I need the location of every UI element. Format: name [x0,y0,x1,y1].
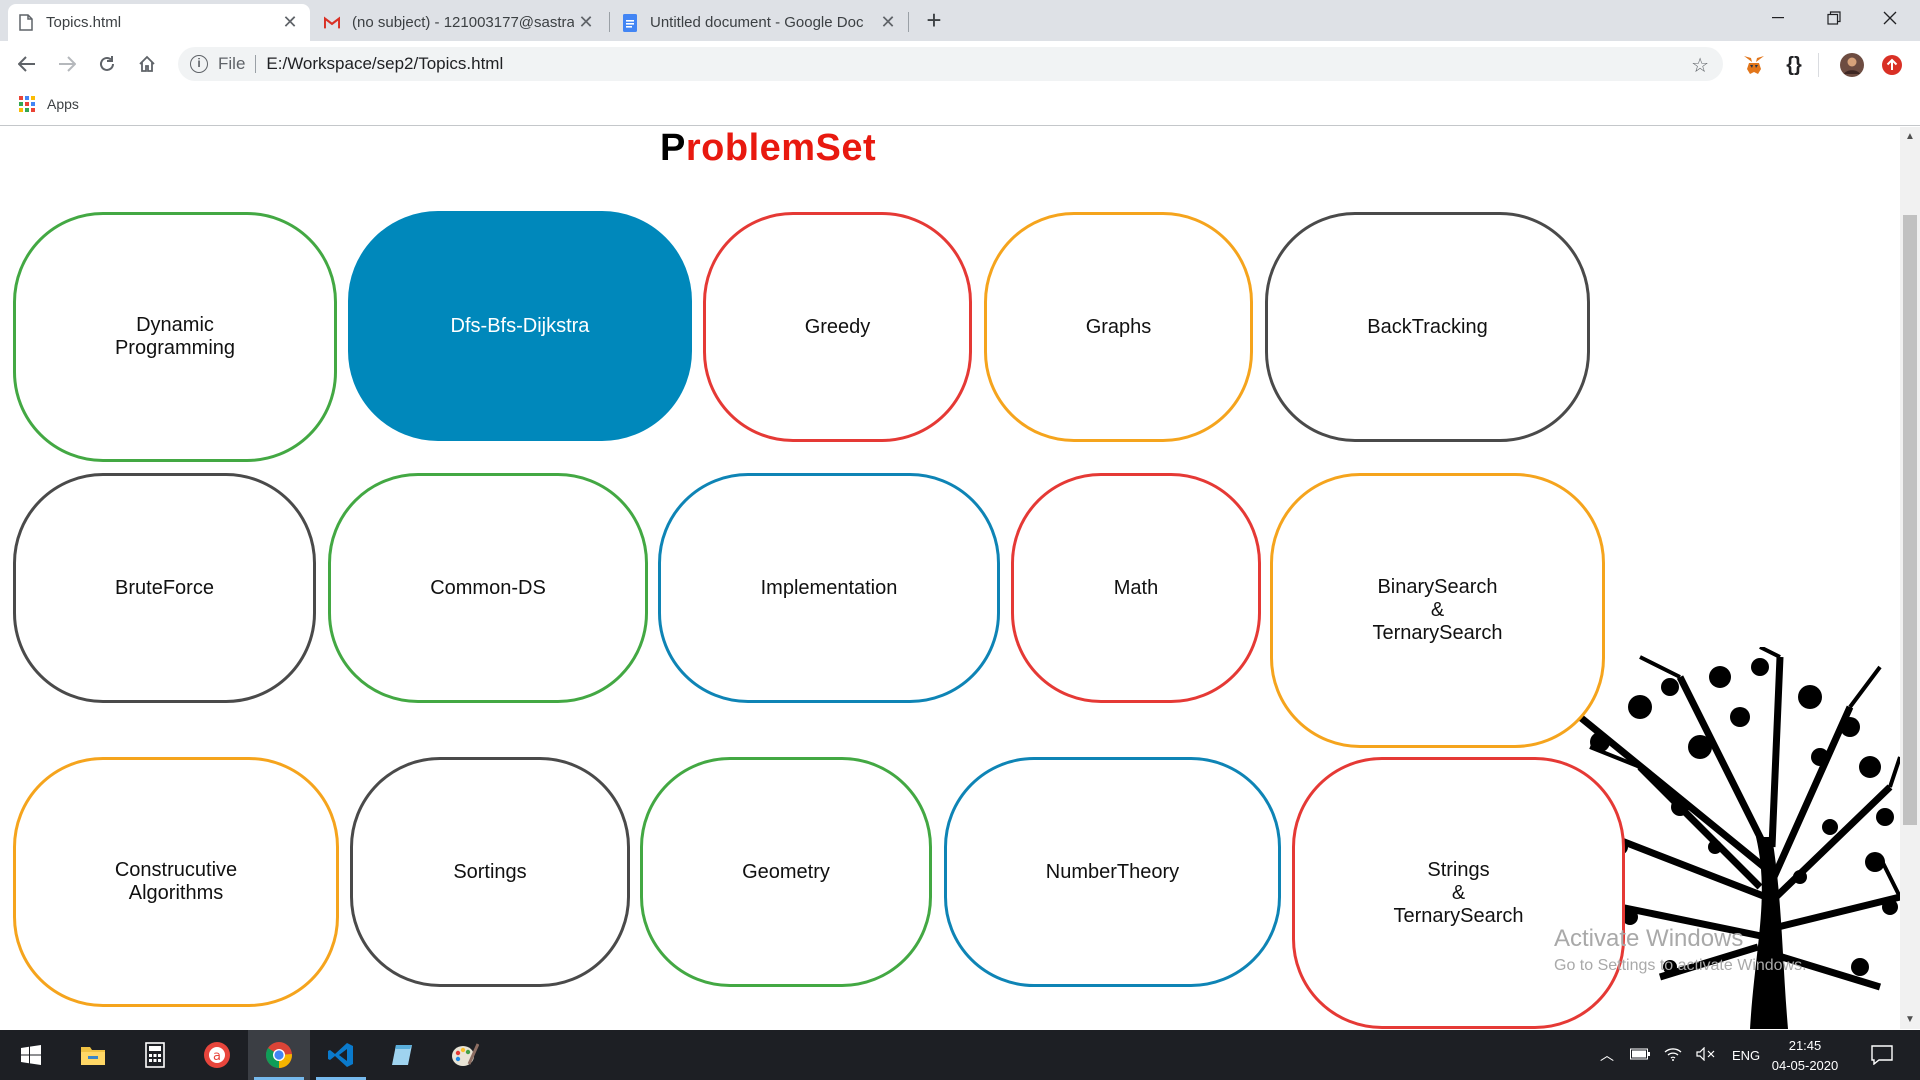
windows-activation-watermark: Activate Windows Go to Settings to activ… [1554,925,1807,975]
topic-geometry[interactable]: Geometry [640,757,932,987]
notes-icon[interactable] [372,1030,434,1080]
back-button[interactable] [12,49,42,79]
topic-math[interactable]: Math [1011,473,1261,703]
address-bar[interactable]: i File E:/Workspace/sep2/Topics.html ☆ [178,47,1723,81]
site-info-icon[interactable]: i [190,55,208,73]
toolbar-divider [1818,53,1819,77]
bookmarks-bar: Apps [0,88,1920,126]
reload-button[interactable] [92,49,122,79]
topic-dynamic-programming[interactable]: Dynamic Programming [13,212,337,462]
taskbar-clock[interactable]: 21:45 04-05-2020 [1760,1036,1850,1076]
close-tab-icon[interactable]: ✕ [574,11,598,35]
volume-muted-icon[interactable] [1696,1046,1716,1064]
topic-backtracking[interactable]: BackTracking [1265,212,1590,442]
windows-start-icon[interactable] [0,1030,62,1080]
profile-avatar[interactable] [1840,53,1864,77]
page-title: ProblemSet [660,127,876,170]
update-available-icon[interactable] [1880,53,1904,77]
page-scrollbar[interactable]: ▲ ▼ [1900,127,1920,1029]
tab-separator [908,12,909,32]
wifi-icon[interactable] [1664,1047,1682,1064]
calculator-icon[interactable] [124,1030,186,1080]
topic-sortings[interactable]: Sortings [350,757,630,987]
title-first-letter: P [660,127,686,169]
tab-gmail[interactable]: (no subject) - 121003177@sastra ✕ [314,4,606,41]
document-icon [18,14,34,32]
clock-time: 21:45 [1788,1038,1822,1053]
metamask-extension-icon[interactable] [1742,53,1766,77]
bookmark-star-icon[interactable]: ☆ [1691,53,1709,78]
topic-implementation[interactable]: Implementation [658,473,1000,703]
paint-icon[interactable] [434,1030,496,1080]
browser-toolbar: i File E:/Workspace/sep2/Topics.html ☆ {… [0,41,1920,88]
watermark-title: Activate Windows [1554,925,1744,952]
scroll-up-arrow-icon[interactable]: ▲ [1905,131,1915,142]
title-rest: roblemSet [685,127,877,169]
tab-separator [609,12,610,32]
action-center-icon[interactable] [1858,1030,1906,1080]
battery-icon[interactable] [1630,1048,1650,1063]
gmail-icon [324,14,340,32]
tab-title: Untitled document - Google Doc [650,14,864,31]
forward-button[interactable] [52,49,82,79]
show-hidden-icons-icon[interactable]: ︿ [1600,1045,1614,1065]
url-separator [255,55,257,73]
topic-dfs-bfs-dijkstra[interactable]: Dfs-Bfs-Dijkstra [348,211,692,441]
home-button[interactable] [132,49,162,79]
new-tab-button[interactable]: + [920,7,948,35]
close-window-button[interactable] [1860,0,1920,36]
topic-binary-ternary-search[interactable]: BinarySearch & TernarySearch [1270,473,1605,748]
minimize-button[interactable] [1748,0,1808,36]
svg-text:a: a [213,1049,221,1064]
clock-date: 04-05-2020 [1771,1058,1839,1073]
restore-button[interactable] [1804,0,1864,36]
tab-title: Topics.html [46,14,122,31]
topic-bruteforce[interactable]: BruteForce [13,473,316,703]
json-formatter-extension-icon[interactable]: {} [1782,53,1806,77]
close-tab-icon[interactable]: ✕ [278,11,302,35]
google-docs-icon [622,13,638,32]
vscode-icon[interactable] [310,1030,372,1080]
topic-graphs[interactable]: Graphs [984,212,1253,442]
language-indicator[interactable]: ENG [1732,1048,1760,1063]
url-scheme: File [218,54,246,73]
scrollbar-thumb[interactable] [1903,215,1917,825]
topic-common-ds[interactable]: Common-DS [328,473,648,703]
topic-number-theory[interactable]: NumberTheory [944,757,1281,987]
tab-topics[interactable]: Topics.html ✕ [8,4,310,41]
url-text: E:/Workspace/sep2/Topics.html [266,54,504,73]
tab-google-docs[interactable]: Untitled document - Google Doc ✕ [612,4,908,41]
system-tray: ︿ ENG [1600,1030,1760,1080]
tab-strip: Topics.html ✕ (no subject) - 121003177@s… [0,0,1920,41]
apps-shortcut[interactable]: Apps [19,96,79,112]
apps-grid-icon [19,96,35,112]
topic-strings-ternary-search[interactable]: Strings & TernarySearch [1292,757,1625,1029]
windows-taskbar: a ︿ ENG 21:45 04-05-2020 [0,1030,1920,1080]
close-tab-icon[interactable]: ✕ [876,11,900,35]
chrome-icon[interactable] [248,1030,310,1080]
apps-label: Apps [47,96,79,112]
file-explorer-icon[interactable] [62,1030,124,1080]
app-icon[interactable]: a [186,1030,248,1080]
topic-greedy[interactable]: Greedy [703,212,972,442]
page-content: ProblemSet Dynamic Programming Dfs-Bfs-D… [0,127,1900,1029]
watermark-subtitle: Go to Settings to activate Windows. [1554,957,1807,974]
topic-constructive-algorithms[interactable]: Construcutive Algorithms [13,757,339,1007]
tab-title: (no subject) - 121003177@sastra [352,14,574,31]
scroll-down-arrow-icon[interactable]: ▼ [1905,1014,1915,1025]
